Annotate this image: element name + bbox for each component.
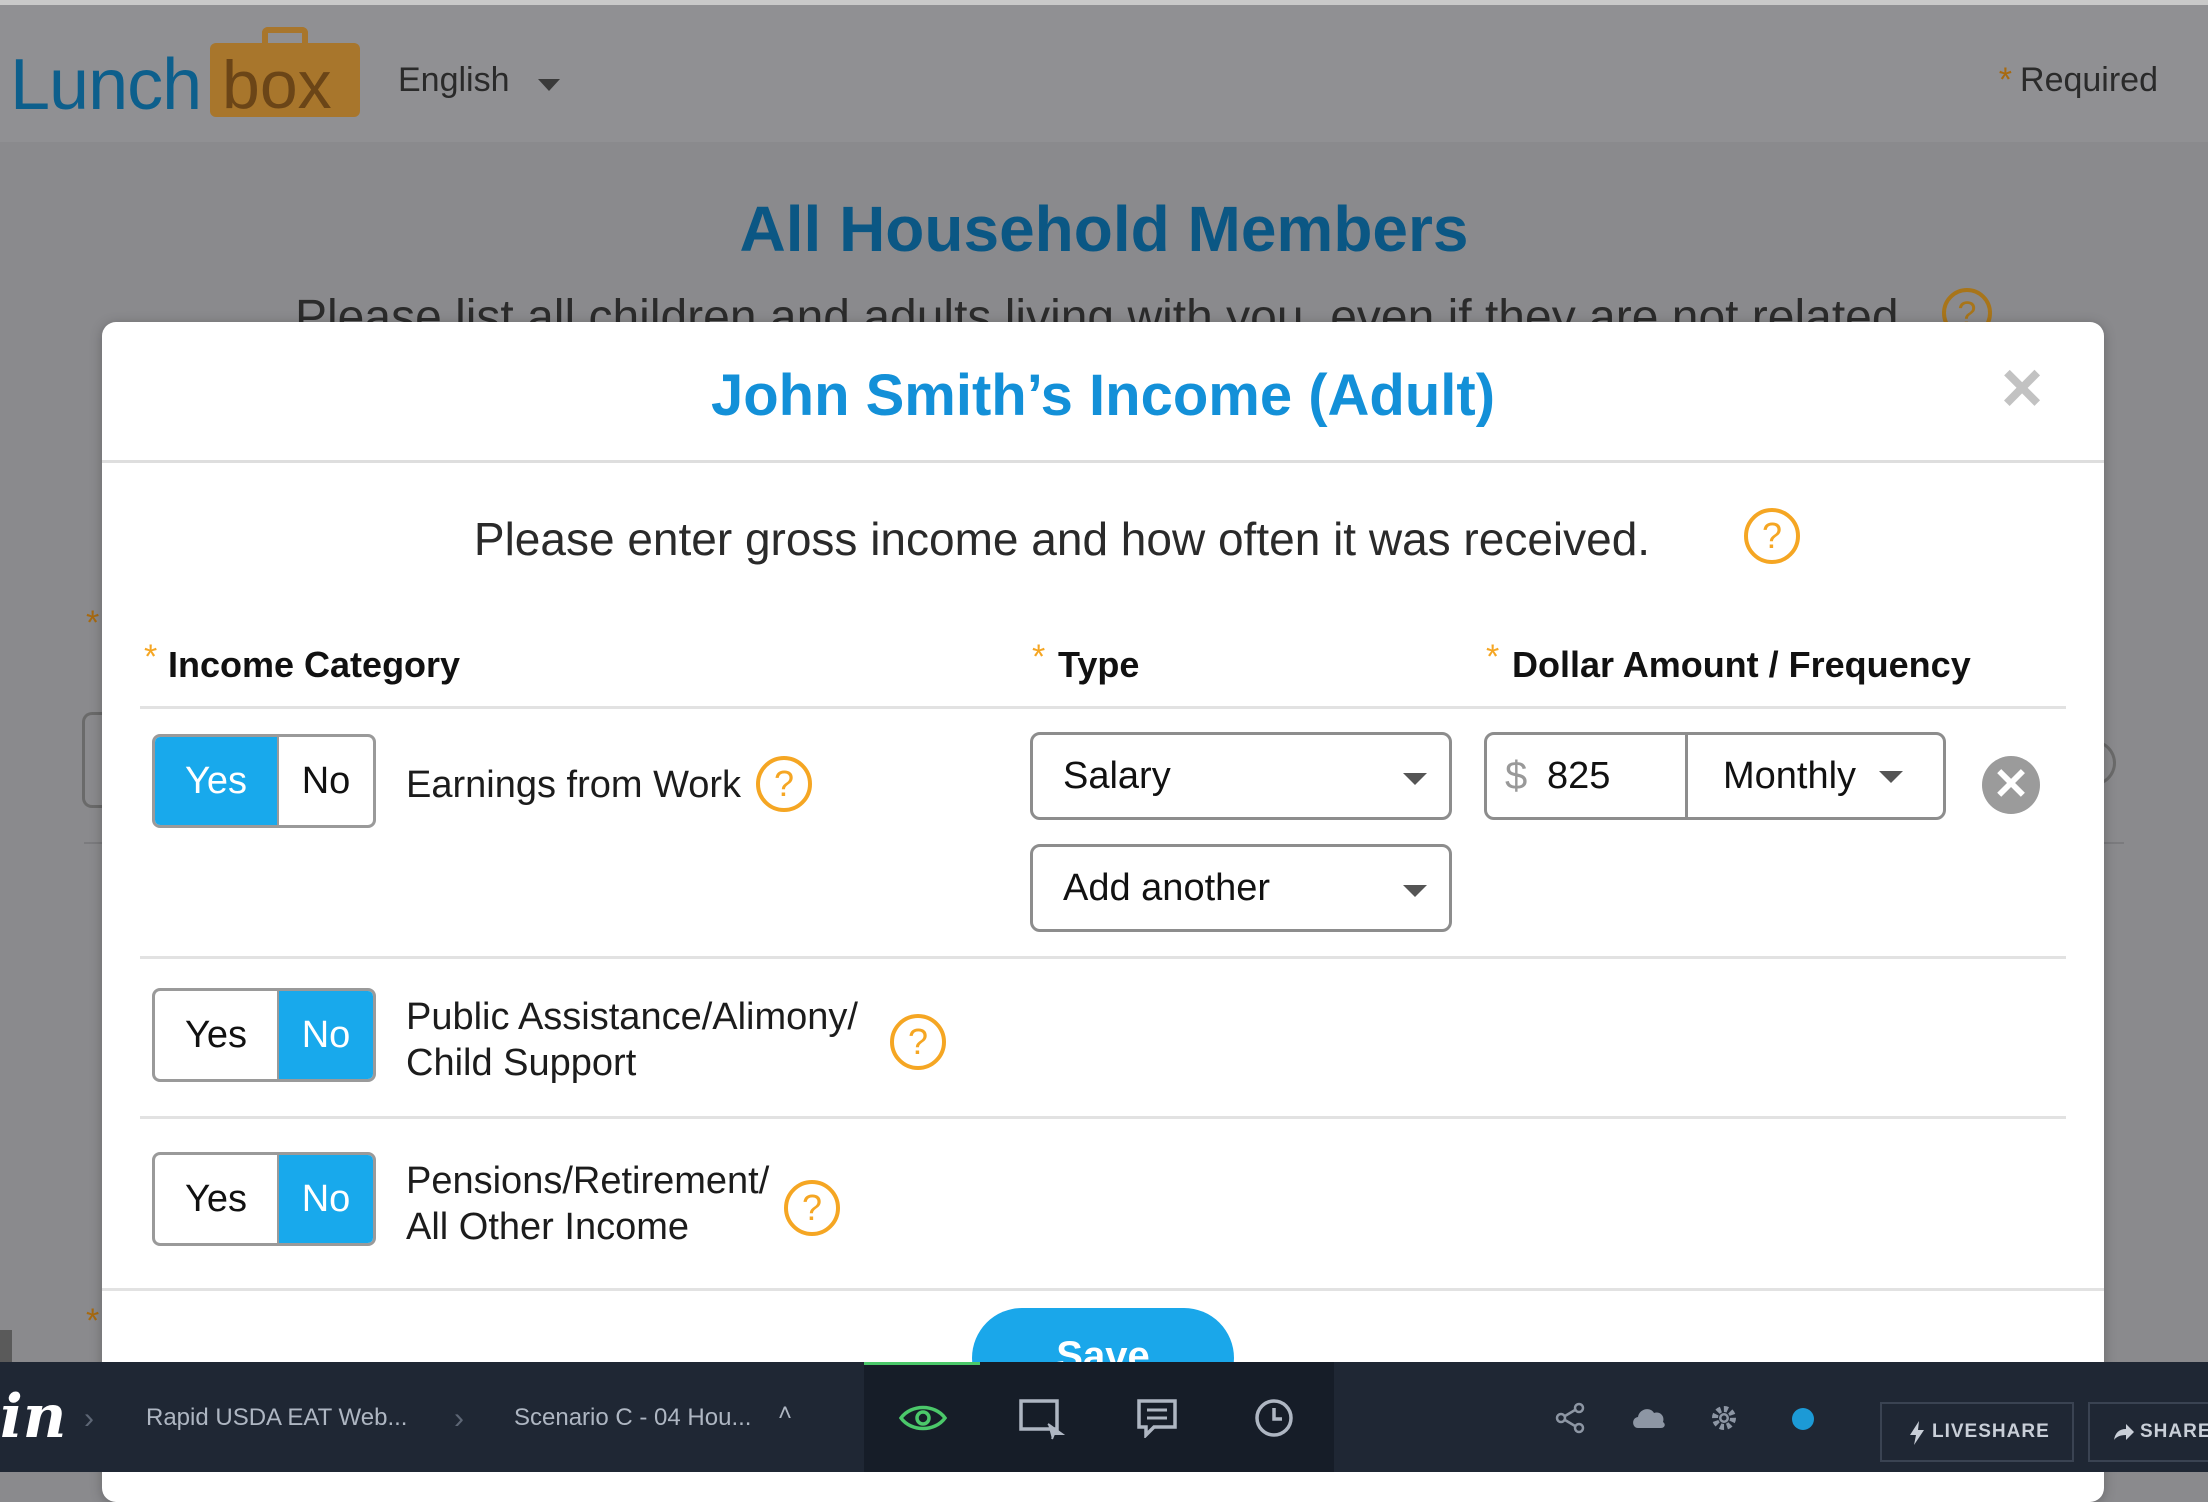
add-another-select[interactable]: Add another xyxy=(1030,844,1452,932)
currency-symbol: $ xyxy=(1505,754,1528,798)
required-star-bg: * xyxy=(86,604,100,642)
app-header: Lunch box English * Required xyxy=(0,0,2208,142)
required-label: Required xyxy=(2020,61,2158,99)
active-indicator xyxy=(864,1362,980,1365)
help-icon[interactable]: ? xyxy=(1744,508,1800,564)
chevron-down-icon xyxy=(1403,885,1427,897)
close-icon[interactable]: × xyxy=(1994,352,2050,424)
required-star-bg: * xyxy=(86,1302,100,1340)
income-category-label: Earnings from Work xyxy=(406,764,742,806)
earnings-yes-no-toggle: Yes No xyxy=(152,734,376,828)
no-option[interactable]: No xyxy=(277,1155,373,1243)
modal-divider xyxy=(102,460,2104,463)
required-star: * xyxy=(1486,638,1500,676)
share-label: SHARE xyxy=(2140,1421,2208,1442)
dollar-amount-input[interactable]: 825 xyxy=(1547,735,1610,817)
required-star: * xyxy=(144,638,158,676)
label-line: Child Support xyxy=(406,1042,637,1084)
frequency-select[interactable]: Monthly xyxy=(1723,735,1856,817)
breadcrumb-screen[interactable]: Scenario C - 04 Hou... xyxy=(514,1404,751,1432)
breadcrumb-project[interactable]: Rapid USDA EAT Web... xyxy=(146,1404,407,1432)
clock-icon[interactable] xyxy=(1254,1398,1294,1438)
chevron-right-icon: › xyxy=(454,1402,464,1435)
intro-text: Please enter gross income and how often … xyxy=(473,513,1651,565)
build-mode-icon[interactable] xyxy=(1018,1398,1066,1440)
remove-income-icon[interactable]: ✕ xyxy=(1982,756,2040,814)
status-dot xyxy=(1792,1408,1814,1430)
income-modal: John Smith’s Income (Adult) × Please ent… xyxy=(102,322,2104,1502)
label-line: Public Assistance/Alimony/ xyxy=(406,996,858,1038)
required-star: * xyxy=(1032,638,1046,676)
column-header-income-category: Income Category xyxy=(168,644,461,685)
chevron-down-icon[interactable] xyxy=(538,79,560,91)
chevron-down-icon xyxy=(1403,773,1427,785)
chevron-down-icon[interactable] xyxy=(1879,771,1903,783)
income-type-value: Salary xyxy=(1063,755,1171,797)
modal-intro: Please enter gross income and how often … xyxy=(102,512,2022,566)
share-nodes-icon[interactable] xyxy=(1554,1402,1586,1434)
comment-icon[interactable] xyxy=(1136,1398,1178,1438)
gear-icon[interactable] xyxy=(1708,1402,1740,1434)
label-line: All Other Income xyxy=(406,1206,689,1248)
modal-title: John Smith’s Income (Adult) xyxy=(710,363,1496,428)
language-select[interactable]: English xyxy=(398,61,510,100)
prototype-toolbar: in › Rapid USDA EAT Web... › Scenario C … xyxy=(0,1362,2208,1472)
amount-frequency-group: $ 825 Monthly xyxy=(1484,732,1946,820)
cloud-icon[interactable] xyxy=(1630,1404,1668,1432)
eye-icon[interactable] xyxy=(898,1400,948,1436)
income-category-label: Pensions/Retirement/ All Other Income xyxy=(406,1158,769,1250)
chevron-right-icon: › xyxy=(84,1402,94,1435)
logo-lunch-text: Lunch xyxy=(10,45,202,125)
header-divider xyxy=(140,706,2066,709)
pensions-yes-no-toggle: Yes No xyxy=(152,1152,376,1246)
yes-option[interactable]: Yes xyxy=(155,1155,277,1243)
add-another-label: Add another xyxy=(1063,867,1271,909)
yes-option[interactable]: Yes xyxy=(155,737,277,825)
public-assistance-yes-no-toggle: Yes No xyxy=(152,988,376,1082)
footer-divider xyxy=(102,1288,2104,1291)
share-arrow-icon xyxy=(2114,1424,2134,1440)
invision-logo[interactable]: in xyxy=(0,1382,66,1452)
no-option[interactable]: No xyxy=(277,991,373,1079)
page-title: All Household Members xyxy=(739,193,1469,265)
help-icon[interactable]: ? xyxy=(784,1180,840,1236)
help-icon[interactable]: ? xyxy=(756,756,812,812)
yes-option[interactable]: Yes xyxy=(155,991,277,1079)
lightning-icon xyxy=(1910,1421,1924,1445)
required-star: * xyxy=(1998,61,2013,99)
column-header-dollar-amount: Dollar Amount / Frequency xyxy=(1512,644,1971,685)
chevron-up-icon[interactable]: ˄ xyxy=(778,1400,792,1428)
liveshare-label: LIVESHARE xyxy=(1932,1421,2050,1442)
no-option[interactable]: No xyxy=(277,737,373,825)
required-legend: * Required xyxy=(1999,61,2158,100)
row-divider xyxy=(140,956,2066,959)
share-button[interactable]: SHARE xyxy=(2088,1402,2208,1462)
income-type-select[interactable]: Salary xyxy=(1030,732,1452,820)
column-header-type: Type xyxy=(1058,644,1140,685)
income-category-label: Public Assistance/Alimony/ Child Support xyxy=(406,994,858,1086)
label-line: Pensions/Retirement/ xyxy=(406,1160,770,1202)
logo-box-text: box xyxy=(222,47,332,123)
field-divider xyxy=(1685,735,1688,817)
row-divider xyxy=(140,1116,2066,1119)
help-icon[interactable]: ? xyxy=(890,1014,946,1070)
